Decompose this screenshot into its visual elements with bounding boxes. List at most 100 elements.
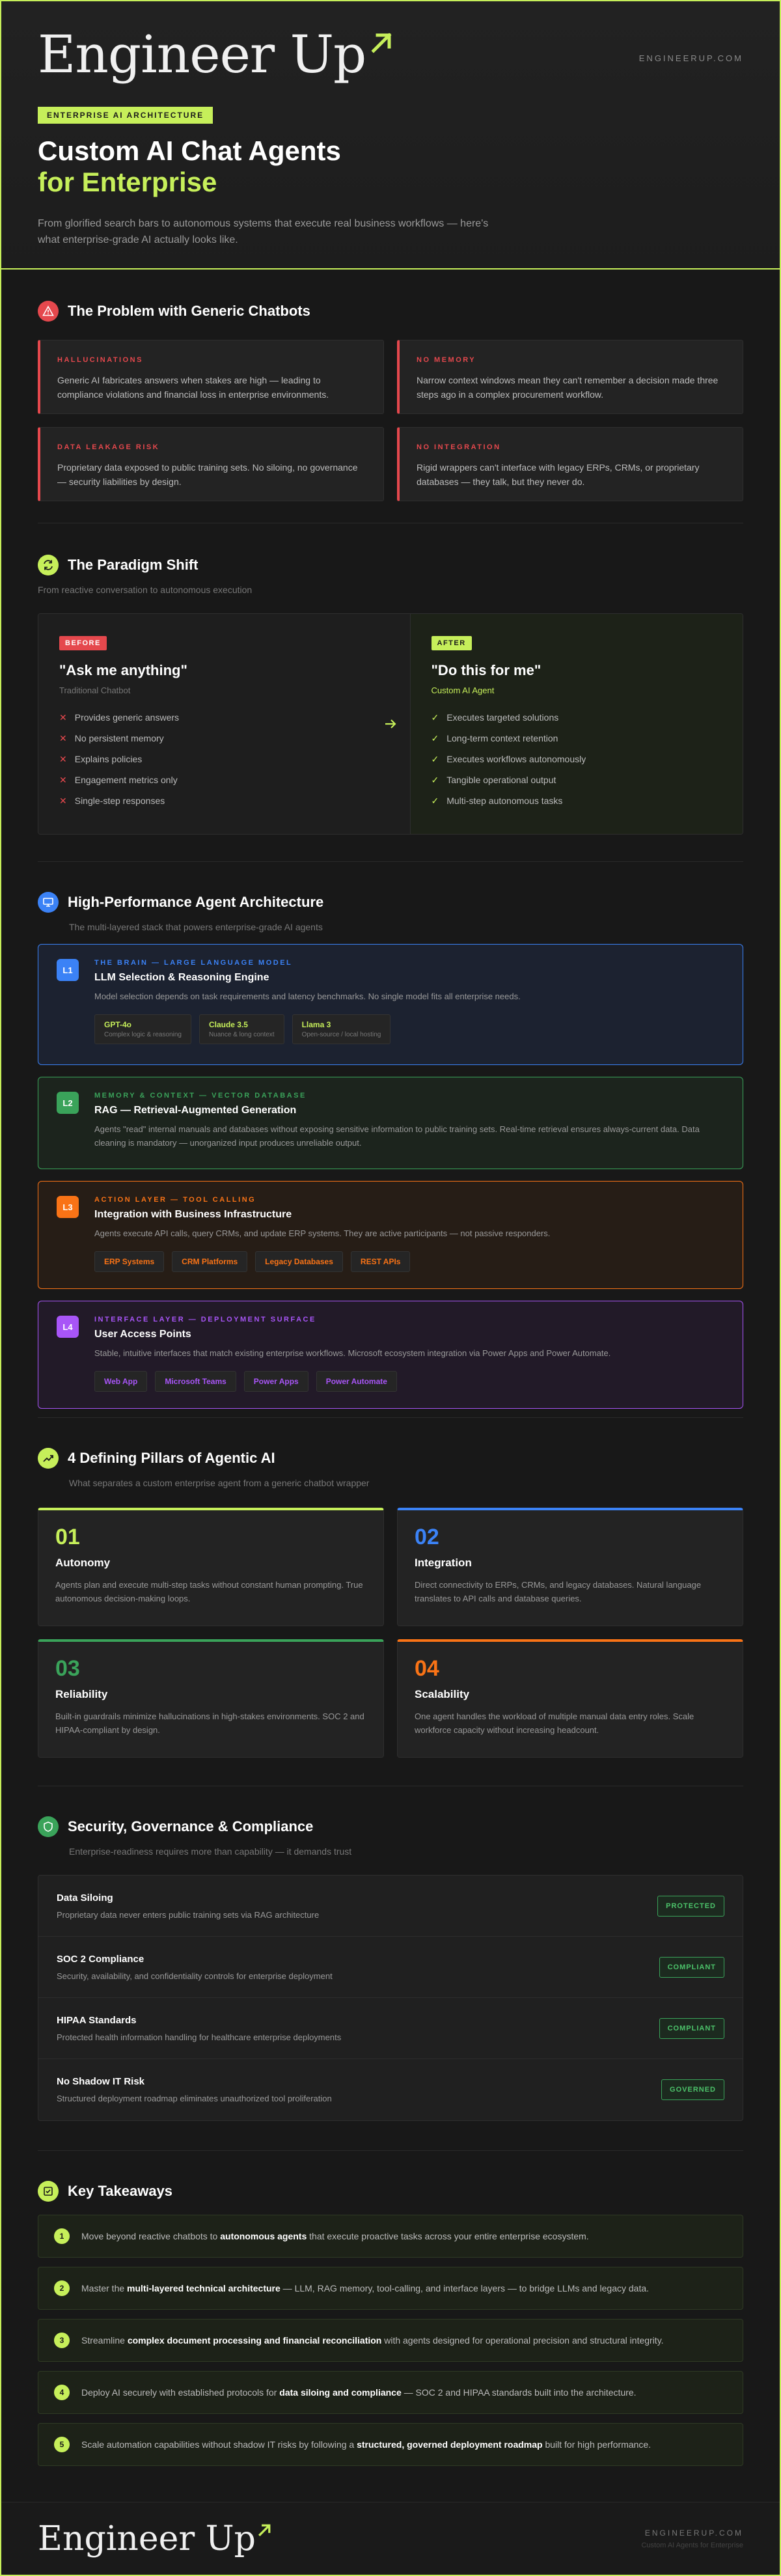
page: Engineer Up ENGINEERUP.COM ENTERPRISE AI… bbox=[0, 0, 781, 2576]
arrow-up-right-icon bbox=[258, 2524, 271, 2536]
list-item: ✕ Provides generic answers bbox=[59, 712, 180, 723]
check-icon: ✓ bbox=[431, 754, 439, 764]
layer-title: LLM Selection & Reasoning Engine bbox=[94, 972, 269, 983]
monitor-icon bbox=[38, 892, 59, 913]
list-item: ✓ Executes targeted solutions bbox=[431, 712, 559, 723]
pillar-number: 02 bbox=[415, 1525, 439, 1549]
section-subtitle: The multi-layered stack that powers ente… bbox=[69, 922, 323, 932]
list-item: ✓ Tangible operational output bbox=[431, 775, 556, 785]
layer-desc: Agents "read" internal manuals and datab… bbox=[94, 1124, 700, 1148]
check-icon: ✓ bbox=[431, 712, 439, 723]
after-column: AFTER "Do this for me" Custom AI Agent ✓… bbox=[409, 614, 743, 834]
chart-icon bbox=[38, 1448, 59, 1469]
check-icon: ✓ bbox=[431, 775, 439, 785]
page-title-accent: for Enterprise bbox=[38, 167, 217, 198]
x-icon: ✕ bbox=[59, 733, 67, 743]
section-title: Key Takeaways bbox=[68, 2183, 173, 2199]
interface-chip: Power Automate bbox=[316, 1370, 397, 1392]
logo-text: Engineer Up bbox=[38, 24, 366, 85]
layer-desc: Stable, intuitive interfaces that match … bbox=[94, 1348, 611, 1358]
takeaway-item: 1 Move beyond reactive chatbots to autono… bbox=[38, 2215, 743, 2258]
section-title: Security, Governance & Compliance bbox=[68, 1818, 314, 1835]
pillar-card: 03 Reliability Built-in guardrails minimiz… bbox=[38, 1639, 384, 1758]
site-url[interactable]: ENGINEERUP.COM bbox=[639, 53, 743, 63]
layer-key: THE BRAIN — LARGE LANGUAGE MODEL bbox=[94, 959, 293, 967]
takeaway-item: 3 Streamline complex document processing … bbox=[38, 2319, 743, 2362]
status-badge: COMPLIANT bbox=[659, 2017, 724, 2039]
list-item: ✓ Multi-step autonomous tasks bbox=[431, 796, 563, 806]
section-subtitle: What separates a custom enterprise agent… bbox=[69, 1478, 370, 1488]
pillar-card: 04 Scalability One agent handles the workl… bbox=[397, 1639, 743, 1758]
category-tag: ENTERPRISE AI ARCHITECTURE bbox=[38, 107, 213, 124]
interface-chip: Microsoft Teams bbox=[155, 1370, 236, 1392]
before-pill: BEFORE bbox=[59, 636, 107, 650]
before-quote: "Ask me anything" bbox=[59, 662, 187, 678]
layer-title: RAG — Retrieval-Augmented Generation bbox=[94, 1105, 297, 1116]
before-subtitle: Traditional Chatbot bbox=[59, 686, 131, 695]
problem-card: NO MEMORY Narrow context windows mean the… bbox=[397, 340, 743, 414]
compliance-table: Data Siloing Proprietary data never enter… bbox=[38, 1875, 743, 2121]
compliance-row: No Shadow IT Risk Structured deployment r… bbox=[38, 2059, 743, 2120]
comparison-panel: BEFORE "Ask me anything" Traditional Cha… bbox=[38, 613, 743, 835]
layer-title: User Access Points bbox=[94, 1329, 191, 1340]
layer-number: L1 bbox=[57, 959, 79, 981]
layer-title: Integration with Business Infrastructure bbox=[94, 1209, 292, 1220]
pillar-title: Scalability bbox=[415, 1688, 470, 1700]
layer-card-l1: L1 THE BRAIN — LARGE LANGUAGE MODEL LLM … bbox=[38, 944, 743, 1065]
pillar-desc: One agent handles the workload of multip… bbox=[415, 1711, 694, 1735]
system-chip: ERP Systems bbox=[94, 1251, 165, 1272]
footer-logo[interactable]: Engineer Up bbox=[38, 2522, 273, 2556]
pillar-desc: Direct connectivity to ERPs, CRMs, and l… bbox=[415, 1580, 702, 1603]
status-badge: GOVERNED bbox=[661, 2079, 724, 2100]
logo[interactable]: Engineer Up bbox=[38, 29, 743, 81]
problem-card: DATA LEAKAGE RISK Proprietary data expose… bbox=[38, 427, 384, 501]
layer-key: MEMORY & CONTEXT — VECTOR DATABASE bbox=[94, 1092, 307, 1100]
problem-text: Proprietary data exposed to public train… bbox=[57, 462, 358, 488]
problem-card: NO INTEGRATION Rigid wrappers can't inter… bbox=[397, 427, 743, 501]
layer-desc: Model selection depends on task requirem… bbox=[94, 991, 521, 1001]
problem-key: NO INTEGRATION bbox=[417, 443, 501, 451]
hero-lead: From glorified search bars to autonomous… bbox=[38, 217, 489, 246]
problem-card: HALLUCINATIONS Generic AI fabricates answ… bbox=[38, 340, 384, 414]
architecture-section: High-Performance Agent Architecture The … bbox=[1, 862, 780, 1418]
check-icon: ✓ bbox=[431, 733, 439, 743]
x-icon: ✕ bbox=[59, 775, 67, 785]
system-chip: Legacy Databases bbox=[255, 1251, 343, 1272]
section-title: High-Performance Agent Architecture bbox=[68, 894, 324, 910]
model-chip: Claude 3.5 Nuance & long context bbox=[199, 1014, 284, 1044]
pillar-desc: Agents plan and execute multi-step tasks… bbox=[55, 1580, 363, 1603]
hero: Engineer Up ENGINEERUP.COM ENTERPRISE AI… bbox=[1, 1, 780, 270]
takeaway-item: 4 Deploy AI securely with established pro… bbox=[38, 2371, 743, 2414]
x-icon: ✕ bbox=[59, 754, 67, 764]
model-chip: Llama 3 Open-source / local hosting bbox=[292, 1014, 391, 1044]
interface-chip: Web App bbox=[94, 1370, 148, 1392]
after-quote: "Do this for me" bbox=[431, 662, 541, 678]
layer-desc: Agents execute API calls, query CRMs, an… bbox=[94, 1228, 551, 1238]
pillar-title: Autonomy bbox=[55, 1557, 111, 1569]
system-chip: CRM Platforms bbox=[172, 1251, 248, 1272]
list-item: ✕ Explains policies bbox=[59, 754, 143, 764]
layer-number: L3 bbox=[57, 1196, 79, 1218]
after-subtitle: Custom AI Agent bbox=[431, 686, 495, 695]
problem-key: HALLUCINATIONS bbox=[57, 356, 143, 364]
problem-key: NO MEMORY bbox=[417, 356, 476, 364]
layer-key: ACTION LAYER — TOOL CALLING bbox=[94, 1196, 256, 1204]
model-chip: GPT-4o Complex logic & reasoning bbox=[94, 1014, 191, 1044]
list-item: ✕ No persistent memory bbox=[59, 733, 164, 743]
system-chip: REST APIs bbox=[350, 1251, 411, 1272]
pillar-desc: Built-in guardrails minimize hallucinati… bbox=[55, 1711, 364, 1735]
shift-section: The Paradigm Shift From reactive convers… bbox=[1, 523, 780, 862]
list-item: ✕ Engagement metrics only bbox=[59, 775, 178, 785]
pillar-card: 01 Autonomy Agents plan and execute multi-… bbox=[38, 1508, 384, 1626]
pillar-title: Reliability bbox=[55, 1688, 108, 1700]
list-item: ✕ Single-step responses bbox=[59, 796, 165, 806]
arrow-up-right-icon bbox=[371, 33, 392, 53]
after-pill: AFTER bbox=[431, 636, 472, 650]
compliance-row: Data Siloing Proprietary data never enter… bbox=[38, 1876, 743, 1937]
pillars-section: 4 Defining Pillars of Agentic AI What se… bbox=[1, 1418, 780, 1786]
footer-site[interactable]: ENGINEERUP.COM bbox=[641, 2528, 743, 2538]
shield-icon bbox=[38, 1816, 59, 1837]
status-badge: COMPLIANT bbox=[659, 1956, 724, 1978]
layer-card-l3: L3 ACTION LAYER — TOOL CALLING Integrati… bbox=[38, 1181, 743, 1289]
layer-card-l2: L2 MEMORY & CONTEXT — VECTOR DATABASE RA… bbox=[38, 1077, 743, 1169]
